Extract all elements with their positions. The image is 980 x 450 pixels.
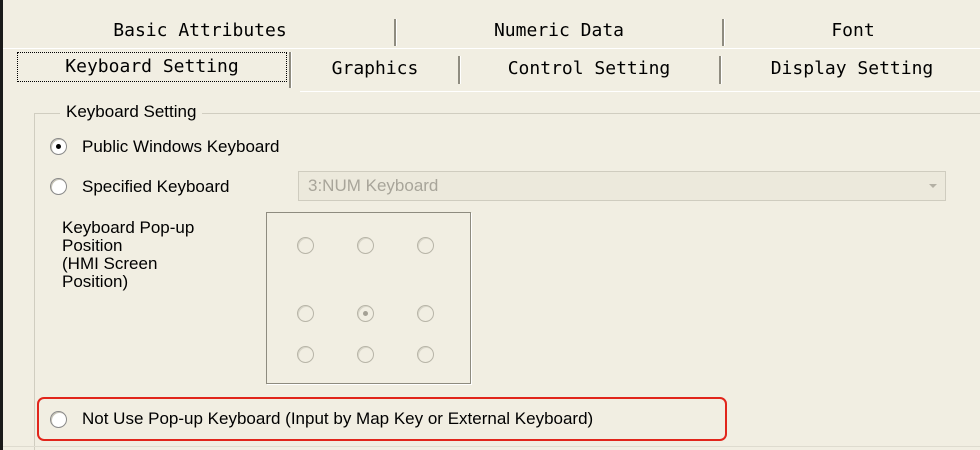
tab-separator	[722, 19, 725, 46]
tab-display-setting[interactable]: Display Setting	[724, 54, 980, 84]
public-windows-keyboard-label[interactable]: Public Windows Keyboard	[82, 136, 279, 158]
keyboard-setting-group-title: Keyboard Setting	[60, 101, 203, 123]
popup-position-label-line: Position	[62, 236, 123, 255]
tab-numeric-data[interactable]: Numeric Data	[398, 16, 720, 46]
public-windows-keyboard-radio[interactable]	[50, 138, 67, 155]
popup-position-top-center-radio[interactable]	[357, 237, 374, 254]
not-use-popup-keyboard-radio[interactable]	[50, 411, 67, 428]
popup-position-top-right-radio[interactable]	[417, 237, 434, 254]
tab-control-setting[interactable]: Control Setting	[463, 54, 715, 84]
popup-position-middle-left-radio[interactable]	[297, 305, 314, 322]
window-left-edge	[0, 0, 3, 450]
tab-graphics[interactable]: Graphics	[296, 54, 454, 84]
popup-position-label: Keyboard Pop-up Position (HMI Screen Pos…	[62, 219, 252, 291]
specified-keyboard-radio[interactable]	[50, 178, 67, 195]
popup-position-middle-center-radio[interactable]	[357, 305, 374, 322]
keyboard-select-combo[interactable]: 3:NUM Keyboard	[298, 171, 946, 201]
tab-strip-bottom-edge	[300, 91, 980, 92]
popup-position-bottom-left-radio[interactable]	[297, 346, 314, 363]
tab-keyboard-setting[interactable]: Keyboard Setting	[17, 52, 287, 82]
tab-separator	[458, 56, 461, 84]
popup-position-middle-right-radio[interactable]	[417, 305, 434, 322]
panel-bottom-edge	[3, 446, 980, 447]
tab-focus-rect	[17, 52, 287, 82]
tab-basic-attributes[interactable]: Basic Attributes	[10, 16, 390, 46]
tab-font[interactable]: Font	[726, 16, 980, 46]
popup-position-label-line: Position)	[62, 272, 129, 291]
popup-position-bottom-center-radio[interactable]	[357, 346, 374, 363]
popup-position-label-line: (HMI Screen	[62, 254, 158, 273]
keyboard-select-value: 3:NUM Keyboard	[308, 176, 439, 195]
tab-separator	[394, 19, 397, 46]
radio-selected-dot	[363, 311, 368, 316]
tab-separator	[719, 56, 722, 84]
keyboard-settings-dialog: Basic Attributes Numeric Data Font Keybo…	[0, 0, 980, 450]
specified-keyboard-label[interactable]: Specified Keyboard	[82, 176, 229, 198]
not-use-popup-keyboard-label[interactable]: Not Use Pop-up Keyboard (Input by Map Ke…	[82, 408, 593, 430]
popup-position-bottom-right-radio[interactable]	[417, 346, 434, 363]
popup-position-label-line: Keyboard Pop-up	[62, 218, 195, 237]
radio-selected-dot	[56, 144, 61, 149]
popup-position-top-left-radio[interactable]	[297, 237, 314, 254]
chevron-down-icon	[929, 184, 937, 188]
tab-separator	[289, 52, 292, 88]
tab-row-divider	[3, 48, 980, 49]
